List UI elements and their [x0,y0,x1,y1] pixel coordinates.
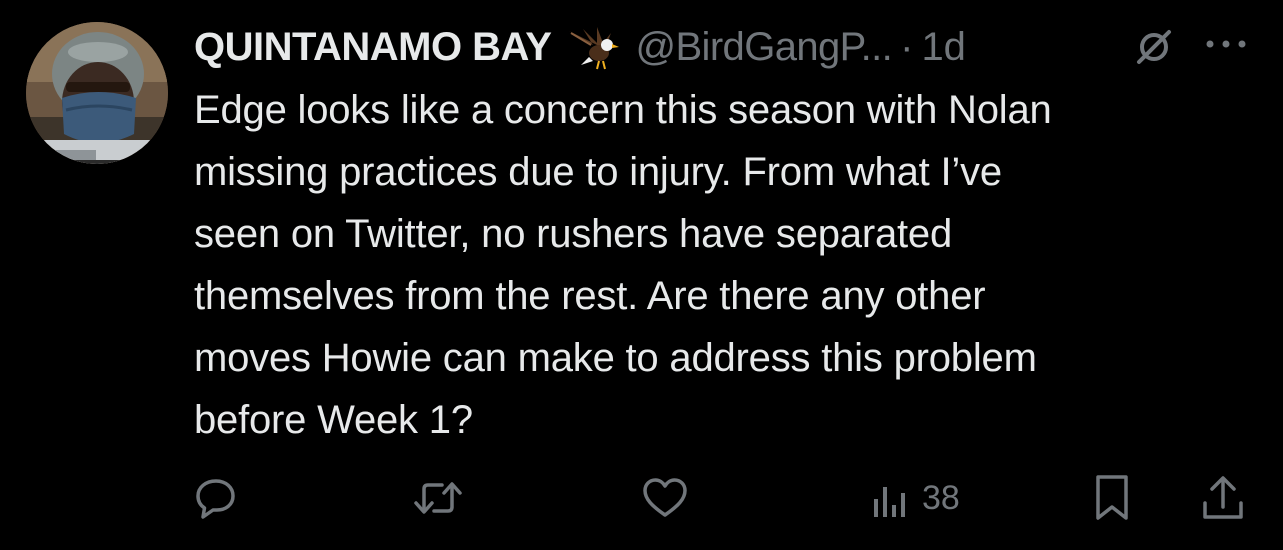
tweet[interactable]: QUINTANAMO BAY @BirdGangP... · 1d Edge l… [0,0,1283,550]
more-icon[interactable] [1200,30,1252,64]
tweet-text: Edge looks like a concern this season wi… [194,79,1264,451]
tweet-text-line: themselves from the rest. Are there any … [194,274,986,318]
reply-button[interactable] [193,470,239,526]
grok-icon[interactable] [1135,28,1173,66]
retweet-button[interactable] [412,470,464,526]
user-handle[interactable]: @BirdGangP... [635,23,892,71]
like-button[interactable] [640,470,690,526]
share-button[interactable] [1200,470,1246,526]
avatar[interactable] [26,22,168,164]
display-name[interactable]: QUINTANAMO BAY [194,23,552,71]
views-button[interactable]: 38 [872,470,960,526]
tweet-text-line: seen on Twitter, no rushers have separat… [194,212,953,256]
retweet-icon [414,482,462,514]
tweet-timestamp[interactable]: 1d [921,23,966,71]
share-icon [1203,476,1243,519]
tweet-text-line: moves Howie can make to address this pro… [194,336,1037,380]
tweet-text-line: before Week 1? [194,398,473,442]
heart-icon [643,478,687,517]
bookmark-icon [1096,475,1128,520]
tweet-header: QUINTANAMO BAY @BirdGangP... · 1d [194,22,966,72]
action-bar: 38 [0,470,1283,530]
tweet-text-line: missing practices due to injury. From wh… [194,150,1002,194]
tweet-text-line: Edge looks like a concern this season wi… [194,88,1052,132]
eagle-emoji-icon [563,23,623,71]
reply-icon [196,479,235,519]
bookmark-button[interactable] [1092,470,1132,526]
views-icon [874,487,905,517]
separator-dot: · [900,25,914,69]
views-count: 38 [922,478,960,517]
